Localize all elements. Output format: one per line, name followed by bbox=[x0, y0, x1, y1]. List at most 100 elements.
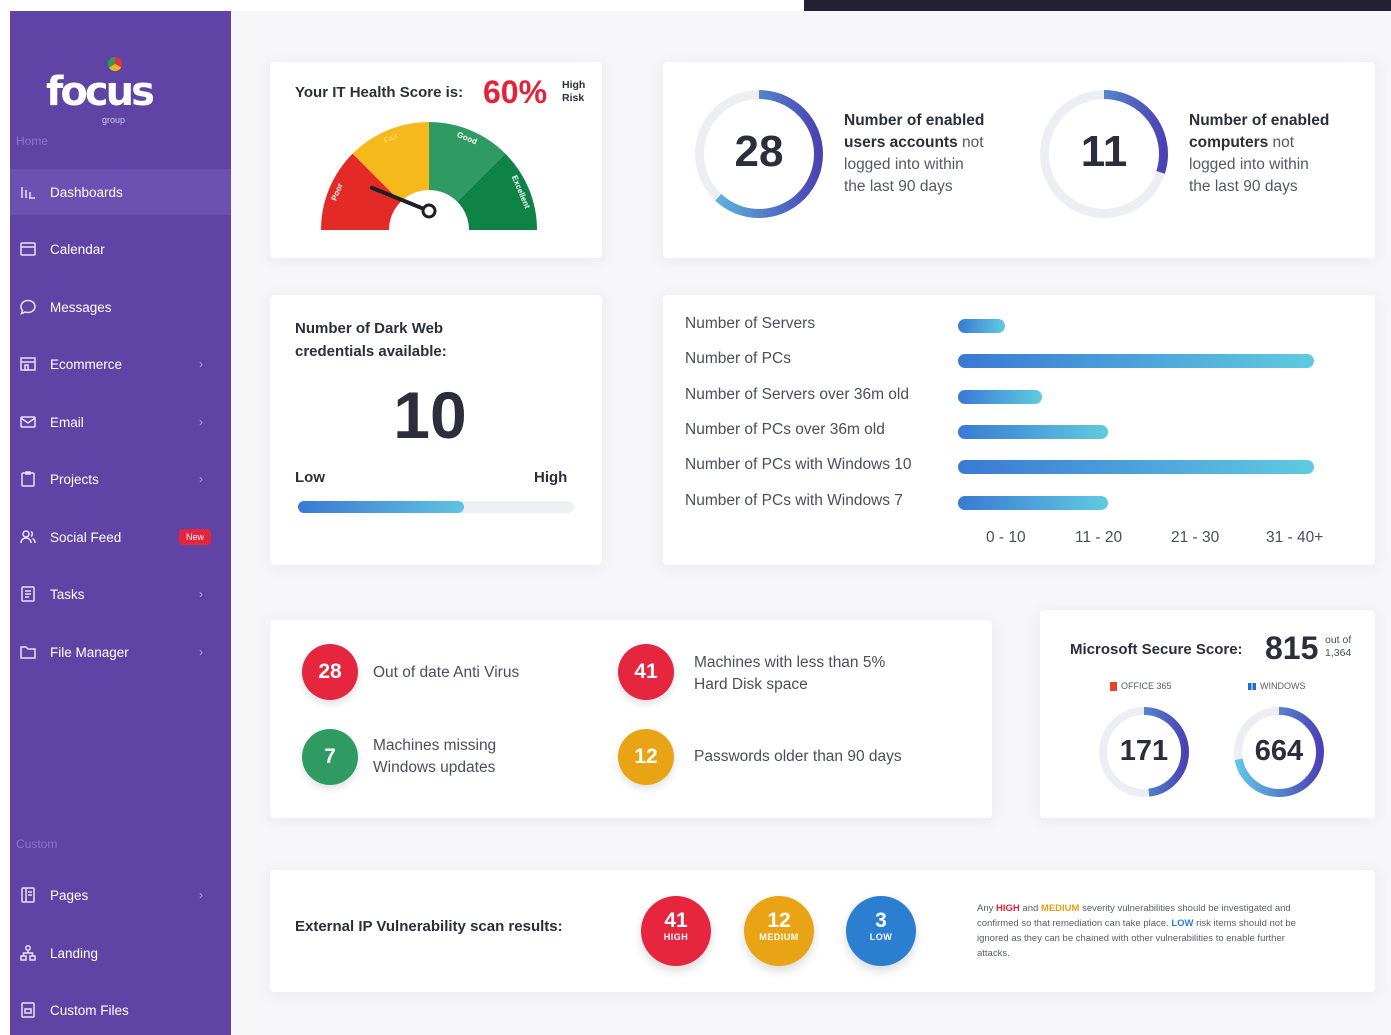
windows-icon bbox=[1248, 682, 1256, 690]
sidebar-item-calendar[interactable]: Calendar bbox=[10, 226, 231, 272]
logo-wordmark: focus bbox=[46, 69, 155, 115]
users-description: Number of enabled users accounts not log… bbox=[844, 110, 984, 198]
desc-line-4: the last 90 days bbox=[1189, 178, 1298, 195]
sidebar-item-label: Pages bbox=[50, 887, 89, 903]
ms-score-value: 815 bbox=[1265, 630, 1319, 666]
file-icon bbox=[19, 1001, 37, 1019]
focus-logo[interactable]: focus group bbox=[46, 57, 176, 127]
gauge-needle-hub bbox=[421, 203, 437, 219]
desc-line-rest: not bbox=[957, 134, 984, 151]
ms-secure-score-card: Microsoft Secure Score: 815 out of 1,364… bbox=[1040, 610, 1375, 818]
section-label-home: Home bbox=[16, 134, 49, 148]
low-severity-badge: 3 LOW bbox=[846, 896, 916, 966]
sidebar-item-file-manager[interactable]: File Manager › bbox=[10, 629, 231, 675]
vulnerability-note: Any HIGH and MEDIUM severity vulnerabili… bbox=[977, 901, 1312, 961]
medium-severity-badge: 12 MEDIUM bbox=[744, 896, 814, 966]
inventory-axis-tick: 0 - 10 bbox=[986, 529, 1026, 546]
computers-description: Number of enabled computers not logged i… bbox=[1189, 110, 1329, 198]
office-score-value: 171 bbox=[1119, 735, 1169, 767]
antivirus-count-badge: 28 bbox=[302, 644, 358, 700]
section-label-custom: Custom bbox=[16, 837, 58, 851]
health-gauge: PoorFair GoodExcellent bbox=[321, 122, 537, 230]
inventory-axis-tick: 11 - 20 bbox=[1075, 529, 1123, 546]
sidebar-item-ecommerce[interactable]: Ecommerce › bbox=[10, 341, 231, 387]
windows-label: WINDOWS bbox=[1248, 681, 1306, 691]
disk-space-count-badge: 41 bbox=[618, 644, 674, 700]
high-label: HIGH bbox=[663, 932, 689, 942]
desc-line-3: logged into within bbox=[844, 156, 964, 173]
chat-bubble-icon bbox=[19, 298, 37, 316]
passwords-label: Passwords older than 90 days bbox=[694, 748, 902, 765]
windows-score-value: 664 bbox=[1254, 735, 1304, 767]
sidebar-item-pages[interactable]: Pages › bbox=[10, 872, 231, 918]
inventory-bar-track bbox=[958, 354, 1333, 369]
desc-line-bold-2: users accounts bbox=[844, 134, 958, 151]
sidebar-item-tasks[interactable]: Tasks › bbox=[10, 571, 231, 617]
label-line-2: Hard Disk space bbox=[694, 676, 808, 693]
high-count: 41 bbox=[664, 909, 688, 932]
inventory-axis-tick: 21 - 30 bbox=[1171, 529, 1220, 546]
title-line-1: Number of Dark Web bbox=[295, 320, 444, 337]
inventory-axis-tick: 31 - 40+ bbox=[1266, 529, 1324, 546]
scale-high-label: High bbox=[534, 469, 568, 486]
note-low: LOW bbox=[1171, 918, 1194, 929]
out-of-line-1: out of bbox=[1325, 634, 1352, 646]
inventory-bar bbox=[958, 354, 1315, 369]
sidebar-item-label: File Manager bbox=[50, 644, 129, 660]
sidebar-item-label: Landing bbox=[50, 945, 99, 961]
chevron-right-icon: › bbox=[199, 415, 203, 429]
logo-subtitle: group bbox=[102, 115, 126, 125]
inventory-bar bbox=[958, 319, 1005, 333]
issues-card: 28 Out of date Anti Virus 41 Machines wi… bbox=[270, 620, 992, 818]
note-high: HIGH bbox=[996, 903, 1020, 914]
sidebar-item-custom-files[interactable]: Custom Files bbox=[10, 987, 231, 1033]
high-severity-badge: 41 HIGH bbox=[641, 896, 711, 966]
ms-score-out-of: out of 1,364 bbox=[1325, 634, 1351, 660]
dark-web-card: Number of Dark Web credentials available… bbox=[270, 295, 602, 565]
inventory-bar-track bbox=[958, 495, 1333, 510]
inventory-label: Number of PCs with Windows 7 bbox=[685, 491, 903, 509]
low-label: LOW bbox=[869, 932, 893, 942]
sidebar-item-social-feed[interactable]: Social Feed New bbox=[10, 514, 231, 560]
inventory-card: Number of Servers Number of PCs Number of … bbox=[663, 295, 1375, 565]
health-score-card: Your IT Health Score is: 60% High Risk P… bbox=[270, 62, 602, 258]
desc-line-bold: Number of enabled bbox=[844, 112, 985, 129]
sidebar-item-landing[interactable]: Landing bbox=[10, 930, 231, 976]
new-badge: New bbox=[178, 529, 211, 545]
sidebar-item-projects[interactable]: Projects › bbox=[10, 456, 231, 502]
inventory-bar-track bbox=[958, 424, 1333, 439]
scale-low-label: Low bbox=[295, 469, 325, 486]
passwords-count-badge: 12 bbox=[618, 729, 674, 785]
calendar-icon bbox=[19, 240, 37, 258]
chevron-right-icon: › bbox=[199, 357, 203, 371]
medium-count: 12 bbox=[767, 909, 791, 932]
chevron-right-icon: › bbox=[199, 888, 203, 902]
sidebar-item-label: Email bbox=[50, 414, 84, 430]
medium-label: MEDIUM bbox=[759, 932, 799, 942]
sidebar-item-label: Custom Files bbox=[50, 1002, 129, 1018]
note-medium: MEDIUM bbox=[1040, 903, 1080, 914]
inventory-bar bbox=[958, 460, 1315, 475]
computers-count: 11 bbox=[1080, 127, 1128, 176]
antivirus-label: Out of date Anti Virus bbox=[373, 664, 520, 681]
inventory-bar-track bbox=[958, 460, 1333, 475]
sidebar-item-dashboards[interactable]: Dashboards bbox=[10, 169, 231, 215]
dark-web-count: 10 bbox=[393, 378, 467, 452]
sidebar: focus group Home Dashboards Calendar Mes… bbox=[10, 11, 231, 1035]
sidebar-item-messages[interactable]: Messages bbox=[10, 284, 231, 330]
inventory-bar bbox=[958, 389, 1043, 404]
desc-line-4: the last 90 days bbox=[844, 178, 953, 195]
out-of-line-2: 1,364 bbox=[1325, 647, 1352, 659]
sidebar-item-email[interactable]: Email › bbox=[10, 399, 231, 445]
sidebar-item-label: Dashboards bbox=[50, 184, 123, 200]
title-line-2: credentials available: bbox=[295, 343, 447, 360]
folder-icon bbox=[19, 643, 37, 661]
checklist-icon bbox=[19, 585, 37, 603]
account-stats-card: 28 Number of enabled users accounts not … bbox=[663, 62, 1375, 258]
vulnerability-title: External IP Vulnerability scan results: bbox=[295, 918, 563, 935]
sitemap-icon bbox=[19, 944, 37, 962]
ms-score-title: Microsoft Secure Score: bbox=[1070, 641, 1243, 658]
dark-web-title: Number of Dark Web credentials available… bbox=[295, 317, 447, 363]
inventory-bar bbox=[958, 424, 1108, 439]
label-line-1: Machines with less than 5% bbox=[694, 654, 886, 671]
